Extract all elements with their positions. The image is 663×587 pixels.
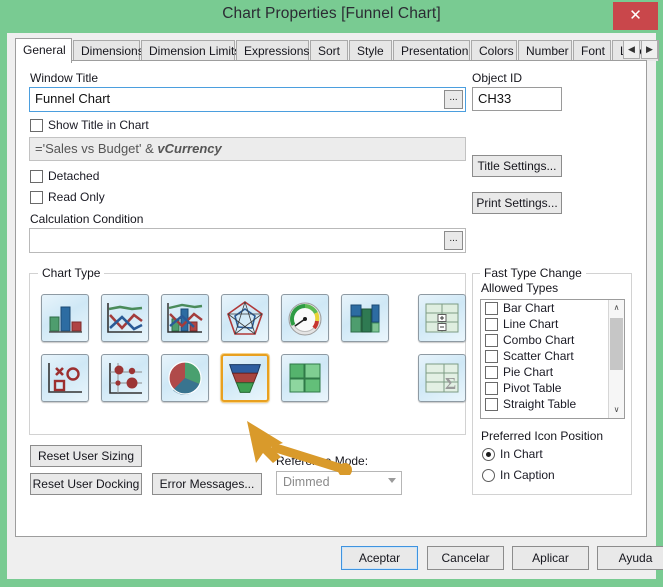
calculation-condition-label: Calculation Condition [30,212,144,226]
preferred-icon-position-label: Preferred Icon Position [481,429,604,443]
show-title-in-chart-label: Show Title in Chart [48,118,149,132]
bar-chart-checkbox[interactable] [485,302,498,315]
allowed-type-label: Straight Table [503,397,577,411]
general-tab-page: Window Title Funnel Chart ... Show Title… [15,60,647,537]
chart-type-block-chart-icon[interactable] [281,354,329,402]
dialog-client-area: General Dimensions Dimension Limits Expr… [7,33,663,579]
in-caption-radio[interactable] [482,469,495,482]
title-expression-variable: vCurrency [157,141,222,156]
list-item[interactable]: Bar Chart [481,300,624,316]
title-expression-field[interactable]: ='Sales vs Budget' & vCurrency [29,137,466,161]
chart-type-scatter-chart-icon[interactable] [41,354,89,402]
allowed-type-label: Pivot Table [503,381,562,395]
list-item[interactable]: Line Chart [481,316,624,332]
tab-colors[interactable]: Colors [471,40,517,61]
object-id-input[interactable]: CH33 [472,87,562,111]
chevron-down-icon [388,478,396,483]
list-item[interactable]: Scatter Chart [481,348,624,364]
tab-font[interactable]: Font [573,40,611,61]
tab-expressions[interactable]: Expressions [236,40,309,61]
in-caption-label: In Caption [500,468,555,482]
close-icon[interactable]: ✕ [613,2,658,30]
in-chart-radio[interactable] [482,448,495,461]
error-messages-button[interactable]: Error Messages... [152,473,262,495]
chart-type-funnel-chart-icon[interactable] [221,354,269,402]
allowed-types-scrollbar[interactable]: ∧ ∨ [608,300,624,418]
title-settings-button[interactable]: Title Settings... [472,155,562,177]
apply-button[interactable]: Aplicar [512,546,589,570]
scatter-chart-checkbox[interactable] [485,350,498,363]
chart-type-radar-chart-icon[interactable] [221,294,269,342]
pivot-table-checkbox[interactable] [485,382,498,395]
chart-type-bar-chart-icon[interactable] [41,294,89,342]
tab-general[interactable]: General [15,38,72,63]
chart-type-pivot-table-icon[interactable] [418,294,466,342]
svg-text:Σ: Σ [445,374,456,393]
allowed-type-label: Bar Chart [503,301,555,315]
chart-properties-window: Chart Properties [Funnel Chart] ✕ Genera… [0,0,663,587]
list-item[interactable]: Combo Chart [481,332,624,348]
allowed-type-label: Combo Chart [503,333,575,347]
chart-type-straight-table-icon[interactable]: Σ [418,354,466,402]
reference-mode-select[interactable]: Dimmed [276,471,402,495]
show-title-in-chart-checkbox[interactable] [30,119,43,132]
chart-type-mekko-chart-icon[interactable] [341,294,389,342]
window-title: Chart Properties [Funnel Chart] [222,5,441,22]
chart-type-caption: Chart Type [38,266,105,280]
scroll-down-icon[interactable]: ∨ [609,402,624,418]
tab-presentation[interactable]: Presentation [393,40,470,61]
help-button[interactable]: Ayuda [597,546,663,570]
chart-type-combo-chart-icon[interactable] [161,294,209,342]
tab-strip: General Dimensions Dimension Limits Expr… [15,38,659,63]
chart-type-gauge-chart-icon[interactable] [281,294,329,342]
in-chart-label: In Chart [500,447,543,461]
list-item[interactable]: Pivot Table [481,380,624,396]
title-expression-text: ='Sales vs Budget' & [35,141,158,156]
combo-chart-checkbox[interactable] [485,334,498,347]
window-title-label: Window Title [30,71,99,85]
allowed-types-listbox[interactable]: Bar Chart Line Chart Combo Chart Scatter… [480,299,625,419]
allowed-type-label: Line Chart [503,317,559,331]
tab-scroll-prev-icon[interactable]: ◀ [623,40,640,59]
tab-style[interactable]: Style [349,40,392,61]
read-only-checkbox[interactable] [30,191,43,204]
calculation-condition-input[interactable] [29,228,466,253]
tab-dimensions[interactable]: Dimensions [73,40,144,61]
chart-type-pie-chart-icon[interactable] [161,354,209,402]
chart-type-line-chart-icon[interactable] [101,294,149,342]
dialog-footer: Aceptar Cancelar Aplicar Ayuda [15,539,663,574]
scrollbar-thumb[interactable] [610,318,623,370]
tab-dimension-limits[interactable]: Dimension Limits [141,40,240,61]
pie-chart-checkbox[interactable] [485,366,498,379]
read-only-label: Read Only [48,190,105,204]
reference-mode-label: Reference Mode: [276,454,369,468]
detached-checkbox[interactable] [30,170,43,183]
reset-user-sizing-button[interactable]: Reset User Sizing [30,445,142,467]
cancel-button[interactable]: Cancelar [427,546,504,570]
reference-mode-value: Dimmed [283,475,330,489]
line-chart-checkbox[interactable] [485,318,498,331]
window-title-expression-button[interactable]: ... [444,90,463,109]
tab-scroll-next-icon[interactable]: ▶ [641,40,658,59]
title-bar: Chart Properties [Funnel Chart] ✕ [0,0,663,33]
calculation-condition-expression-button[interactable]: ... [444,231,463,250]
allowed-type-label: Pie Chart [503,365,554,379]
tab-number[interactable]: Number [518,40,572,61]
fast-type-change-caption: Fast Type Change [480,266,586,280]
list-item[interactable]: Straight Table [481,396,624,412]
chart-type-bubble-chart-icon[interactable] [101,354,149,402]
accept-button[interactable]: Aceptar [341,546,418,570]
window-title-input[interactable]: Funnel Chart [29,87,466,112]
print-settings-button[interactable]: Print Settings... [472,192,562,214]
reset-user-docking-button[interactable]: Reset User Docking [30,473,142,495]
scroll-up-icon[interactable]: ∧ [609,300,624,316]
object-id-label: Object ID [472,71,523,85]
list-item[interactable]: Pie Chart [481,364,624,380]
allowed-types-label: Allowed Types [481,281,559,295]
detached-label: Detached [48,169,100,183]
tab-sort[interactable]: Sort [310,40,348,61]
straight-table-checkbox[interactable] [485,398,498,411]
allowed-type-label: Scatter Chart [503,349,574,363]
